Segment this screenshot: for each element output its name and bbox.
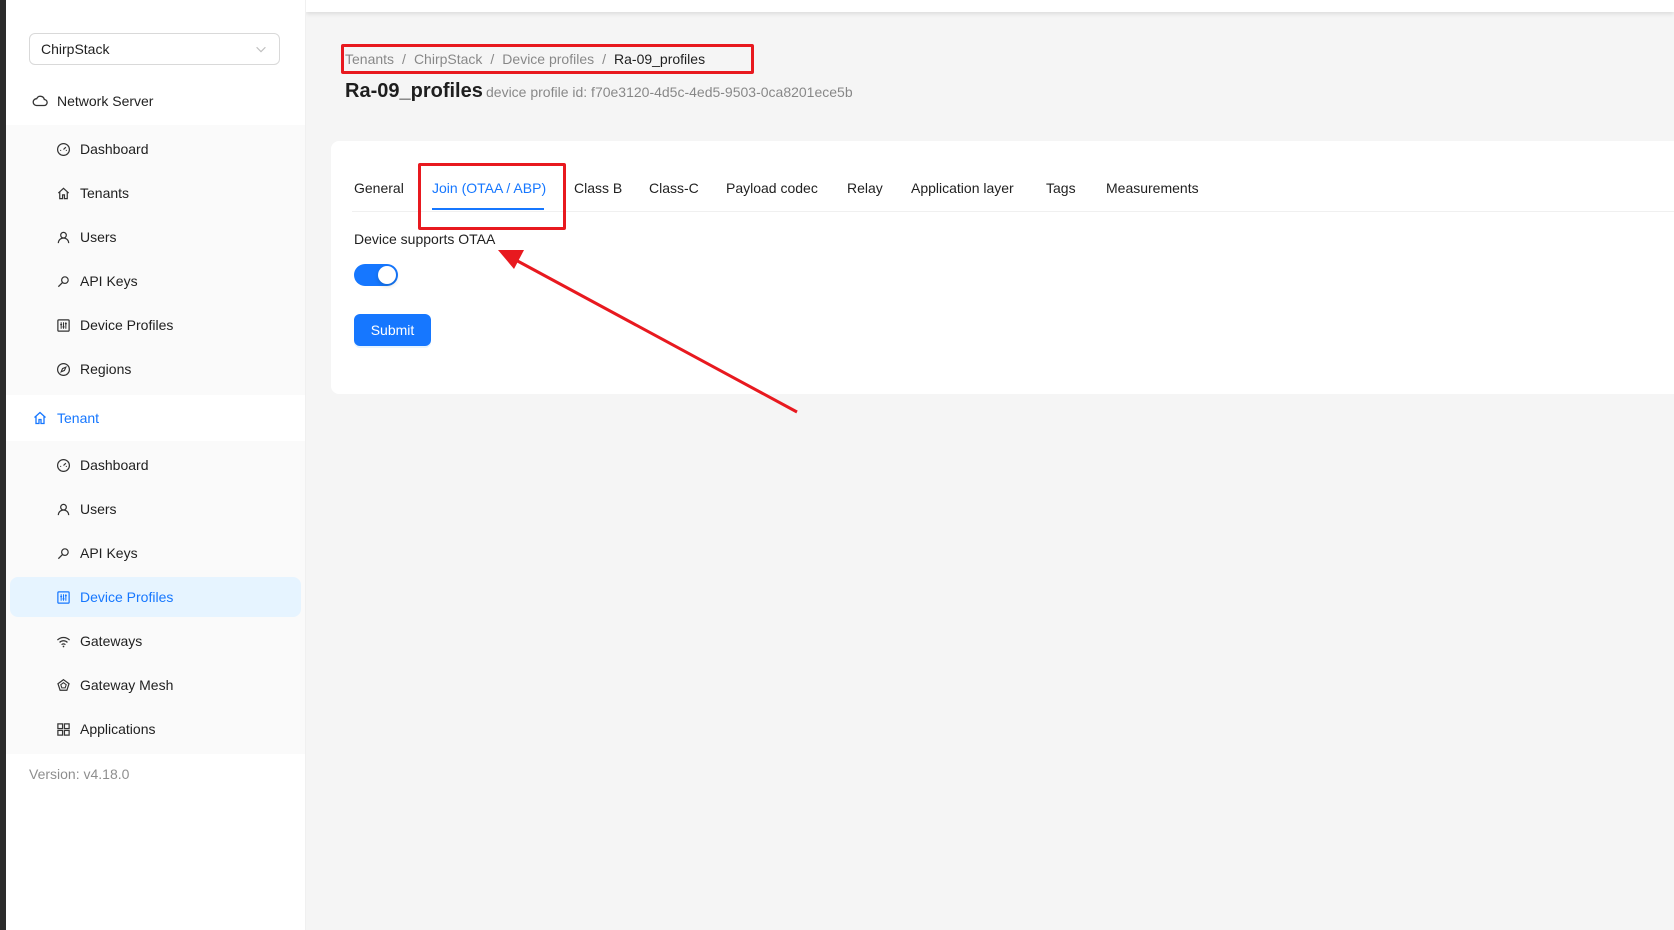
dashboard-icon: [56, 458, 71, 472]
sidebar-item-label: API Keys: [80, 273, 138, 289]
network-server-submenu: Dashboard Tenants Users API Keys Device …: [6, 125, 305, 395]
sidebar-item-ns-dashboard[interactable]: Dashboard: [10, 129, 301, 169]
sidebar-item-gateway-mesh[interactable]: Gateway Mesh: [10, 665, 301, 705]
tab-relay[interactable]: Relay: [847, 180, 883, 196]
wifi-icon: [56, 636, 71, 647]
tab-class-c[interactable]: Class-C: [649, 180, 699, 196]
tab-tags[interactable]: Tags: [1046, 180, 1076, 196]
device-profile-id: device profile id: f70e3120-4d5c-4ed5-95…: [486, 84, 853, 100]
sidebar-item-label: Users: [80, 501, 117, 517]
sidebar-item-gateways[interactable]: Gateways: [10, 621, 301, 661]
sidebar-item-device-profiles[interactable]: Device Profiles: [10, 577, 301, 617]
user-icon: [57, 503, 70, 515]
tab-highlight-box: [418, 163, 566, 230]
radar-icon: [57, 678, 70, 691]
sidebar-item-label: Users: [80, 229, 117, 245]
home-icon: [57, 187, 70, 199]
sidebar-item-label: Gateway Mesh: [80, 677, 174, 693]
header-bar: [306, 0, 1674, 12]
menu-tenant-label: Tenant: [57, 410, 100, 426]
tenant-select[interactable]: ChirpStack: [29, 33, 280, 65]
sidebar-item-ns-tenants[interactable]: Tenants: [10, 173, 301, 213]
switch-knob: [378, 266, 396, 284]
control-icon: [57, 318, 70, 332]
page-title: Ra-09_profiles: [345, 80, 483, 102]
key-icon: [57, 547, 69, 559]
sidebar-item-ns-api-keys[interactable]: API Keys: [10, 261, 301, 301]
sidebar-item-ns-regions[interactable]: Regions: [10, 349, 301, 389]
key-icon: [57, 275, 69, 287]
submit-button[interactable]: Submit: [354, 314, 431, 346]
sidebar-item-dashboard[interactable]: Dashboard: [10, 445, 301, 485]
menu-network-server-label: Network Server: [57, 93, 154, 109]
dashboard-icon: [56, 142, 71, 156]
breadcrumb-highlight-box: [341, 44, 754, 74]
sidebar-item-ns-users[interactable]: Users: [10, 217, 301, 257]
home-icon: [34, 411, 46, 425]
sidebar-item-label: Applications: [80, 721, 156, 737]
otaa-label: Device supports OTAA: [354, 231, 496, 247]
version-label: Version: v4.18.0: [29, 766, 130, 782]
sidebar: ChirpStack Network Server Dashboard Tena…: [6, 0, 305, 930]
sidebar-item-label: Device Profiles: [80, 317, 174, 333]
tab-class-b[interactable]: Class B: [574, 180, 622, 196]
menu-tenant[interactable]: Tenant: [6, 395, 305, 441]
tab-payload-codec[interactable]: Payload codec: [726, 180, 818, 196]
sidebar-item-api-keys[interactable]: API Keys: [10, 533, 301, 573]
tab-measurements[interactable]: Measurements: [1106, 180, 1199, 196]
cloud-icon: [32, 95, 48, 107]
tab-general[interactable]: General: [354, 180, 404, 196]
compass-icon: [56, 362, 71, 376]
sidebar-item-label: Gateways: [80, 633, 143, 649]
otaa-switch[interactable]: [354, 264, 398, 286]
sidebar-item-label: API Keys: [80, 545, 138, 561]
sidebar-item-label: Device Profiles: [80, 589, 174, 605]
sidebar-item-ns-device-profiles[interactable]: Device Profiles: [10, 305, 301, 345]
sidebar-item-label: Regions: [80, 361, 132, 377]
tab-application-layer[interactable]: Application layer: [911, 180, 1014, 196]
control-icon: [57, 590, 70, 604]
sidebar-item-label: Tenants: [80, 185, 130, 201]
user-icon: [57, 231, 70, 243]
sidebar-item-applications[interactable]: Applications: [10, 709, 301, 749]
sidebar-item-label: Dashboard: [80, 457, 149, 473]
sidebar-item-users[interactable]: Users: [10, 489, 301, 529]
appstore-icon: [57, 722, 70, 736]
tenant-select-value: ChirpStack: [41, 41, 110, 57]
chevron-down-icon: [256, 46, 266, 53]
sidebar-divider: [305, 0, 306, 930]
tenant-submenu: Dashboard Users API Keys Device Profiles…: [6, 441, 305, 754]
sidebar-item-label: Dashboard: [80, 141, 149, 157]
menu-network-server[interactable]: Network Server: [6, 78, 305, 124]
